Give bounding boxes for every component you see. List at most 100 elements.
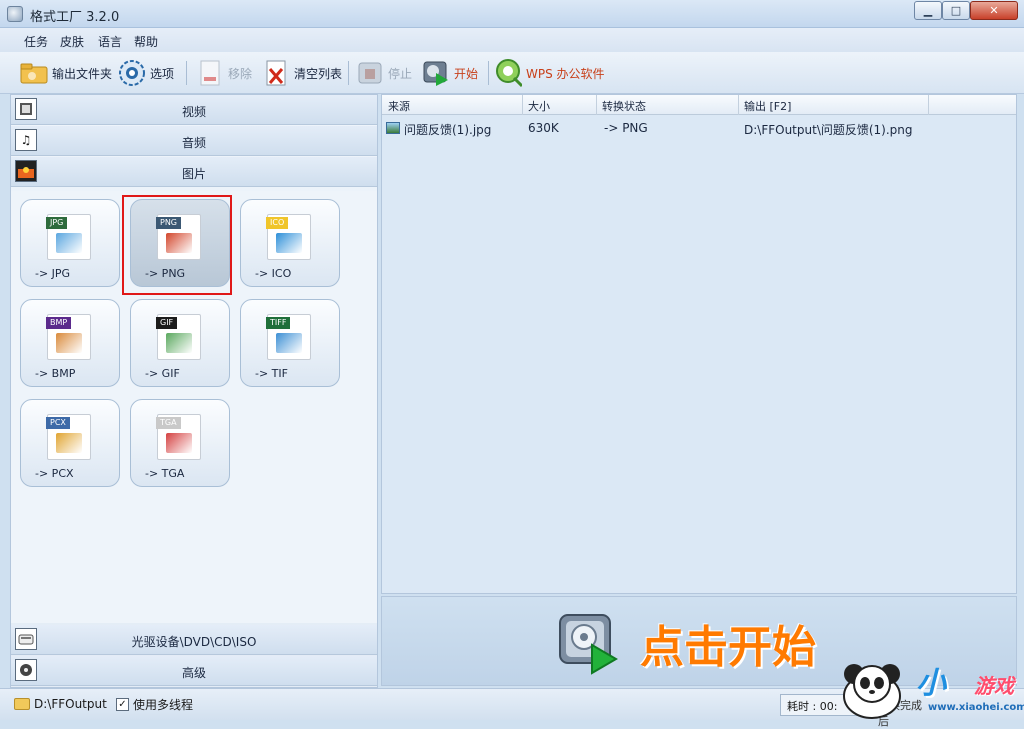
category-audio-label: 音频 [181, 136, 206, 150]
category-audio[interactable]: ♫ 音频 [11, 126, 377, 156]
row-size: 630K [528, 121, 559, 135]
category-video[interactable]: 视频 [11, 95, 377, 125]
col-output[interactable]: 输出 [F2] [744, 98, 791, 114]
format-thumbnail [56, 333, 82, 353]
col-divider[interactable] [596, 95, 597, 115]
wps-label: WPS 办公软件 [526, 66, 605, 81]
start-banner-text[interactable]: 点击开始 [640, 611, 816, 675]
format-tile-gif[interactable]: GIF -> GIF [130, 299, 230, 387]
watermark-url: www.xiaohei.com [928, 702, 1024, 713]
output-folder-button[interactable]: 输出文件夹 [20, 57, 112, 89]
stop-label: 停止 [388, 66, 413, 81]
format-tile-label: -> PCX [35, 467, 74, 480]
format-thumbnail [166, 433, 192, 453]
format-tag: ICO [266, 217, 289, 229]
start-play-icon [422, 59, 450, 87]
col-status[interactable]: 转换状态 [602, 98, 646, 114]
format-tag: BMP [46, 317, 72, 329]
stop-button[interactable]: 停止 [356, 57, 412, 89]
row-output: D:\FFOutput\问题反馈(1).png [744, 123, 913, 137]
col-size[interactable]: 大小 [528, 98, 550, 114]
format-tag: JPG [46, 217, 68, 229]
tga-file-icon: TGA [156, 414, 201, 460]
menu-help[interactable]: 帮助 [134, 33, 158, 50]
col-divider[interactable] [522, 95, 523, 115]
category-video-label: 视频 [181, 105, 206, 119]
panda-mascot-icon [843, 664, 901, 719]
wps-button[interactable]: WPS 办公软件 [494, 57, 605, 89]
col-source[interactable]: 来源 [388, 98, 410, 114]
format-tile-jpg[interactable]: JPG -> JPG [20, 199, 120, 287]
file-list: 来源 大小 转换状态 输出 [F2] 问题反馈(1).jpg 630K -> P… [381, 94, 1017, 594]
minimize-button[interactable]: ▁ [914, 1, 942, 20]
wps-logo-icon [494, 59, 522, 88]
toolbar: 输出文件夹 选项 移除 清空列表 停止 开始 WPS 办公软件 [0, 52, 1024, 94]
col-divider[interactable] [928, 95, 929, 115]
options-gear-icon [118, 59, 146, 87]
output-path-text: D:\FFOutput [34, 697, 107, 711]
category-picture[interactable]: 图片 [11, 157, 377, 187]
clear-list-icon [262, 59, 290, 87]
multithread-checkbox[interactable]: ✓ [116, 697, 129, 711]
category-advanced[interactable]: 高级 [11, 656, 377, 686]
category-rom[interactable]: 光驱设备\DVD\CD\ISO [11, 625, 377, 655]
window-title: 格式工厂 3.2.0 [30, 10, 120, 25]
remove-button[interactable]: 移除 [196, 57, 252, 89]
start-label: 开始 [454, 66, 479, 81]
format-tile-label: -> TIF [255, 367, 288, 380]
close-button[interactable]: ✕ [970, 1, 1018, 20]
format-tile-ico[interactable]: ICO -> ICO [240, 199, 340, 287]
format-thumbnail [56, 233, 82, 253]
format-tag: TGA [156, 417, 181, 429]
file-list-header: 来源 大小 转换状态 输出 [F2] [382, 95, 1016, 115]
site-watermark: 小 游戏 www.xiaohei.com [832, 654, 1024, 720]
format-tile-label: -> ICO [255, 267, 292, 280]
row-source: 问题反馈(1).jpg [404, 123, 492, 137]
options-button[interactable]: 选项 [118, 57, 174, 89]
category-panel: 视频 ♫ 音频 图片 JPG -> JPG PNG -> PNG ICO -> ICO BM… [10, 94, 378, 688]
ico-file-icon: ICO [266, 214, 311, 260]
format-tile-pcx[interactable]: PCX -> PCX [20, 399, 120, 487]
category-picture-label: 图片 [181, 167, 206, 181]
format-tile-label: -> TGA [145, 467, 185, 480]
col-divider[interactable] [738, 95, 739, 115]
menu-task[interactable]: 任务 [24, 33, 48, 50]
toolbar-separator [488, 61, 489, 85]
multithread-option[interactable]: ✓ 使用多线程 [116, 694, 193, 714]
start-big-icon[interactable] [554, 607, 624, 677]
image-file-icon [386, 122, 400, 134]
watermark-brand: 小 [916, 666, 946, 701]
format-tile-label: -> JPG [35, 267, 71, 280]
table-row[interactable]: 问题反馈(1).jpg 630K -> PNG D:\FFOutput\问题反馈… [382, 117, 1016, 139]
app-icon [7, 6, 23, 22]
toolbar-separator [186, 61, 187, 85]
maximize-button[interactable]: □ [942, 1, 970, 20]
clear-list-button[interactable]: 清空列表 [262, 57, 342, 89]
output-folder-label: 输出文件夹 [52, 66, 113, 81]
format-tile-tga[interactable]: TGA -> TGA [130, 399, 230, 487]
format-tile-bmp[interactable]: BMP -> BMP [20, 299, 120, 387]
toolbar-separator [348, 61, 349, 85]
output-path[interactable]: D:\FFOutput [14, 694, 107, 714]
watermark-brand-2: 游戏 [974, 674, 1014, 698]
format-thumbnail [276, 333, 302, 353]
bmp-file-icon: BMP [46, 314, 91, 360]
remove-label: 移除 [228, 66, 253, 81]
menu-skin[interactable]: 皮肤 [60, 33, 84, 50]
format-tile-tiff[interactable]: TIFF -> TIF [240, 299, 340, 387]
format-tag: TIFF [266, 317, 291, 329]
stop-icon [356, 59, 384, 87]
clear-list-label: 清空列表 [294, 66, 343, 81]
format-thumbnail [56, 433, 82, 453]
selection-highlight [122, 195, 232, 295]
category-advanced-label: 高级 [181, 666, 206, 680]
folder-icon [20, 59, 48, 87]
format-tile-label: -> BMP [35, 367, 76, 380]
menu-bar: 任务 皮肤 语言 帮助 [0, 28, 1024, 52]
remove-doc-icon [196, 59, 224, 87]
title-bar: 格式工厂 3.2.0 ▁ □ ✕ [0, 0, 1024, 28]
start-button[interactable]: 开始 [422, 57, 478, 89]
gif-file-icon: GIF [156, 314, 201, 360]
menu-language[interactable]: 语言 [98, 33, 122, 50]
category-rom-label: 光驱设备\DVD\CD\ISO [131, 635, 257, 649]
